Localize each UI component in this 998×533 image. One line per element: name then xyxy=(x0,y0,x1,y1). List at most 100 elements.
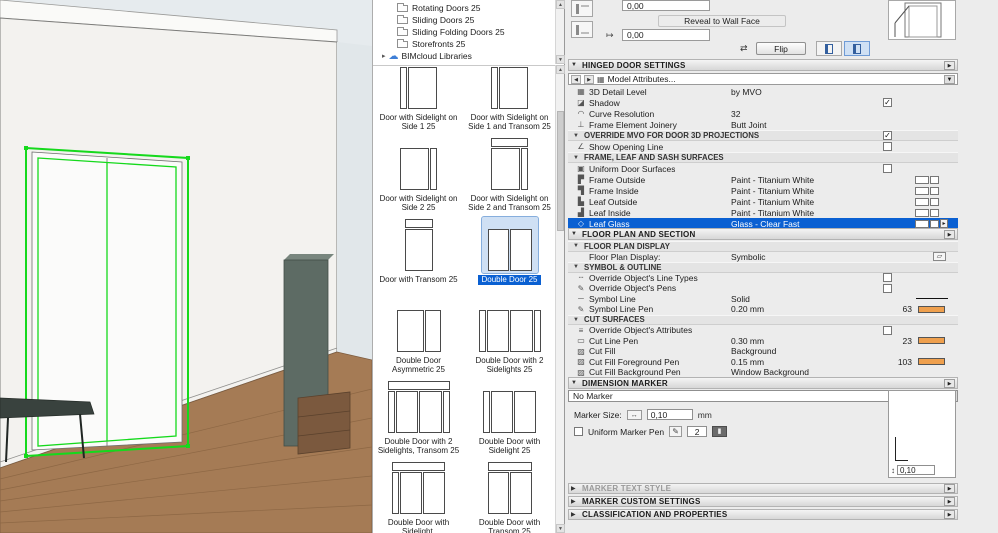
door-library-item[interactable]: Double Door with 2 Sidelights 25 xyxy=(464,295,555,376)
surface-swatch-small[interactable] xyxy=(930,208,939,217)
row-override-pens[interactable]: ✎ Override Object's Pens xyxy=(568,283,958,294)
section-header-marker-custom-settings[interactable]: ▶ MARKER CUSTOM SETTINGS ▶ xyxy=(568,496,958,507)
door-library-item[interactable]: Double Door with Sidelight 25 xyxy=(464,376,555,457)
marker-preview-size-field[interactable]: 0,10 xyxy=(897,465,935,475)
section-nav-arrow[interactable]: ▶ xyxy=(944,229,955,239)
row-frame-inside[interactable]: ▜ Frame Inside Paint - Titanium White xyxy=(568,185,958,196)
surface-swatch[interactable] xyxy=(915,208,929,217)
marker-size-field[interactable]: 0,10 xyxy=(646,409,693,420)
section-nav-arrow[interactable]: ▶ xyxy=(944,378,955,388)
reveal-depth-field[interactable]: 0,00 xyxy=(622,29,710,41)
row-symbol-line[interactable]: ─ Symbol Line Solid xyxy=(568,294,958,305)
section-nav-arrow[interactable]: ▶ xyxy=(944,60,955,70)
tree-item[interactable]: Storefronts 25 xyxy=(373,38,555,50)
marker-size-link-icon[interactable]: ↔ xyxy=(626,409,642,420)
tree-item[interactable]: Sliding Doors 25 xyxy=(373,14,555,26)
surface-swatches[interactable] xyxy=(915,175,939,184)
tree-item[interactable]: Sliding Folding Doors 25 xyxy=(373,26,555,38)
tree-item[interactable]: Rotating Doors 25 xyxy=(373,2,555,14)
next-page-icon[interactable]: ▶ xyxy=(584,74,594,84)
door-library-item[interactable]: Double Door with 2 Sidelights, Transom 2… xyxy=(373,376,464,457)
anchor-wall-face-inside-icon[interactable] xyxy=(571,21,593,38)
3d-viewport[interactable] xyxy=(0,0,373,533)
surface-swatch[interactable] xyxy=(915,197,929,206)
surface-swatch[interactable] xyxy=(915,219,929,228)
offset-field[interactable]: 0,00 xyxy=(622,0,710,11)
line-type-preview[interactable] xyxy=(916,298,948,300)
pen-color-swatch[interactable] xyxy=(918,305,945,313)
floor-plan-display-mode-icon[interactable]: ▱ xyxy=(933,252,946,262)
section-header-marker-text-style[interactable]: ▶ MARKER TEXT STYLE ▶ xyxy=(568,483,958,494)
section-header-floor-plan-and-section[interactable]: ▼ FLOOR PLAN AND SECTION ▶ xyxy=(568,228,958,240)
section-header-dimension-marker[interactable]: ▼ DIMENSION MARKER ▶ xyxy=(568,377,958,389)
row-uniform-door-surfaces[interactable]: ▣ Uniform Door Surfaces xyxy=(568,163,958,174)
reveal-to-wall-face-button[interactable]: Reveal to Wall Face xyxy=(658,15,786,27)
row-shadow[interactable]: ◪ Shadow ✓ xyxy=(568,97,958,108)
pen-color-swatch[interactable] xyxy=(918,337,945,345)
section-nav-arrow[interactable]: ▶ xyxy=(944,510,955,519)
scrollbar-thumb[interactable] xyxy=(557,111,564,231)
surface-swatch[interactable] xyxy=(915,186,929,195)
surface-swatch-small[interactable] xyxy=(930,186,939,195)
tree-item[interactable]: ▸ ☁ BIMcloud Libraries xyxy=(373,50,555,62)
pen-icon[interactable]: ✎ xyxy=(669,426,683,437)
checkbox[interactable] xyxy=(883,164,892,173)
model-attributes-dropdown[interactable]: ◀ ▶ ▦ Model Attributes... ▼ xyxy=(568,73,958,85)
checkbox[interactable]: ✓ xyxy=(883,98,892,107)
subheader-override-mvo[interactable]: ▼ OVERRIDE MVO FOR DOOR 3D PROJECTIONS ✓ xyxy=(568,130,958,141)
subheader-frame-leaf-sash-surfaces[interactable]: ▼ FRAME, LEAF AND SASH SURFACES xyxy=(568,152,958,163)
mirror-right-button[interactable] xyxy=(844,41,870,56)
row-3d-detail-level[interactable]: ▦ 3D Detail Level by MVO xyxy=(568,86,958,97)
mirror-left-button[interactable] xyxy=(816,41,842,56)
row-override-line-types[interactable]: ┄ Override Object's Line Types xyxy=(568,273,958,284)
scroll-down-icon[interactable]: ▼ xyxy=(556,55,565,64)
subheader-symbol-outline[interactable]: ▼ SYMBOL & OUTLINE xyxy=(568,262,958,273)
row-show-opening-line[interactable]: ∠ Show Opening Line xyxy=(568,141,958,152)
door-library-item[interactable]: Door with Sidelight on Side 1 and Transo… xyxy=(464,66,555,133)
row-cut-fill[interactable]: ▨ Cut Fill Background xyxy=(568,346,958,357)
section-header-hinged-door-settings[interactable]: ▼ HINGED DOOR SETTINGS ▶ xyxy=(568,59,958,71)
pen-color-swatch[interactable] xyxy=(918,358,945,366)
row-leaf-inside[interactable]: ▟ Leaf Inside Paint - Titanium White xyxy=(568,207,958,218)
row-frame-outside[interactable]: ▛ Frame Outside Paint - Titanium White xyxy=(568,174,958,185)
surface-swatches[interactable] xyxy=(915,208,939,217)
door-library-item[interactable]: Double Door with Transom 25 xyxy=(464,457,555,533)
checkbox[interactable] xyxy=(883,142,892,151)
grid-scrollbar[interactable]: ▲ ▼ xyxy=(555,65,565,533)
row-cut-fill-background-pen[interactable]: ▨ Cut Fill Background Pen Window Backgroun… xyxy=(568,367,958,378)
row-floor-plan-display[interactable]: Floor Plan Display: Symbolic ▱ xyxy=(568,252,958,263)
checkbox[interactable] xyxy=(883,325,892,335)
row-leaf-outside[interactable]: ▙ Leaf Outside Paint - Titanium White xyxy=(568,196,958,207)
prev-page-icon[interactable]: ◀ xyxy=(571,74,581,84)
surface-swatch[interactable] xyxy=(915,175,929,184)
marker-pen-field[interactable]: 2 xyxy=(687,426,708,437)
tree-scrollbar[interactable]: ▲ ▼ xyxy=(555,0,565,64)
scroll-up-icon[interactable]: ▲ xyxy=(556,65,565,74)
surface-popup-arrow[interactable]: ▸ xyxy=(940,219,948,228)
scroll-down-icon[interactable]: ▼ xyxy=(556,524,565,533)
door-library-item[interactable]: Double Door Asymmetric 25 xyxy=(373,295,464,376)
surface-swatch-small[interactable] xyxy=(930,219,939,228)
section-nav-arrow[interactable]: ▶ xyxy=(944,484,955,493)
uniform-marker-pen-checkbox[interactable] xyxy=(574,427,583,436)
row-curve-resolution[interactable]: ◠ Curve Resolution 32 xyxy=(568,108,958,119)
row-symbol-line-pen[interactable]: ✎ Symbol Line Pen 0.20 mm 63 xyxy=(568,304,958,315)
row-cut-line-pen[interactable]: ▭ Cut Line Pen 0.30 mm 23 xyxy=(568,336,958,347)
anchor-wall-face-outside-icon[interactable] xyxy=(571,0,593,17)
surface-swatch-small[interactable] xyxy=(930,197,939,206)
surface-swatches[interactable] xyxy=(915,186,939,195)
flip-button[interactable]: Flip xyxy=(756,42,806,55)
section-nav-arrow[interactable]: ▶ xyxy=(944,497,955,506)
subheader-floor-plan-display[interactable]: ▼ FLOOR PLAN DISPLAY xyxy=(568,241,958,252)
checkbox[interactable] xyxy=(883,273,892,283)
surface-swatch-small[interactable] xyxy=(930,175,939,184)
subheader-cut-surfaces[interactable]: ▼ CUT SURFACES xyxy=(568,314,958,325)
chevron-right-icon[interactable]: ▸ xyxy=(382,52,386,60)
door-library-item[interactable]: Door with Sidelight on Side 2 and Transo… xyxy=(464,133,555,214)
checkbox[interactable]: ✓ xyxy=(883,131,892,140)
door-library-item[interactable]: Double Door 25 xyxy=(464,214,555,295)
row-override-attributes[interactable]: ≡ Override Object's Attributes xyxy=(568,325,958,336)
pen-set-toggle[interactable]: ▮ xyxy=(712,426,728,437)
door-library-item[interactable]: Double Door with Sidelight, xyxy=(373,457,464,533)
door-library-item[interactable]: Door with Transom 25 xyxy=(373,214,464,295)
